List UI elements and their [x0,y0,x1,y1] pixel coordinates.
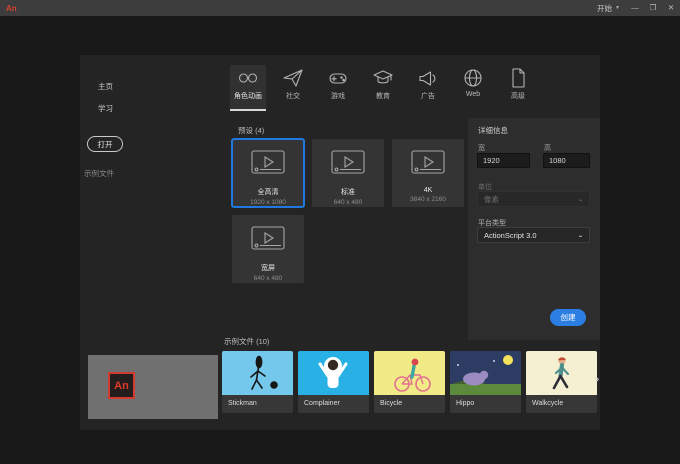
category-tab[interactable]: 社交 [275,65,311,109]
preset-name: 4K [423,187,433,194]
chevron-down-icon: ▼ [615,5,620,11]
animate-window: An 开始 ▼ — ❐ ✕ 主页 学习 打开 示例文件 角色动画 社交 游戏 教… [0,0,680,464]
titlebar: An 开始 ▼ — ❐ ✕ [0,0,680,16]
animate-app-icon: An [108,372,135,399]
next-samples-chevron[interactable]: › [595,372,599,385]
bicycle-art [374,351,445,395]
hippo-art [450,351,521,395]
category-label: 社交 [286,93,300,100]
category-label: 广告 [421,93,435,100]
chevron-down-icon: ⌄ [576,232,585,239]
preset-grid: 全高清 1920 x 1080 标准 640 x 480 4K 3840 x 2… [232,139,472,283]
open-button[interactable]: 打开 [87,136,123,152]
category-tab[interactable]: 角色动画 [230,65,266,111]
preset-card[interactable]: 全高清 1920 x 1080 [232,139,304,207]
width-label: 宽 [478,145,485,152]
megaphone-icon [417,67,439,89]
chevron-down-icon: ⌄ [576,196,585,203]
category-tab[interactable]: 教育 [365,65,401,109]
sidebar-item-home[interactable]: 主页 [88,79,206,95]
height-label: 高 [544,145,551,152]
preset-size: 640 x 480 [253,275,283,282]
document-icon [507,67,529,89]
video-preset-icon [329,149,367,184]
gamepad-icon [327,67,349,89]
sample-file-card[interactable]: Hippo [450,351,521,413]
units-select[interactable]: 像素 ⌄ [477,191,590,207]
video-preset-icon [249,149,287,184]
workspace-label: 开始 [597,3,613,13]
video-preset-icon [409,149,447,184]
platform-value: ActionScript 3.0 [484,230,537,240]
graduation-cap-icon [372,67,394,89]
sample-file-card[interactable]: Stickman [222,351,293,413]
units-value: 像素 [484,194,499,204]
presets-heading: 预设 (4) [238,126,265,135]
sample-name: Stickman [222,395,293,413]
minimize-button[interactable]: — [626,0,644,16]
globe-icon [462,67,484,89]
sample-file-card[interactable]: Walkcycle [526,351,597,413]
preset-card[interactable]: 4K 3840 x 2160 [392,139,464,207]
category-label: 角色动画 [234,93,262,100]
height-input[interactable] [543,153,590,168]
start-screen-panel: 主页 学习 打开 示例文件 角色动画 社交 游戏 教育 广告 Web 高级 预设… [80,55,600,430]
video-preset-icon [249,225,287,260]
category-tab[interactable]: 高级 [500,65,536,109]
details-heading: 详细信息 [478,126,508,135]
sample-name: Hippo [450,395,521,413]
sidebar-samples-link[interactable]: 示例文件 [84,168,114,179]
paper-plane-icon [282,67,304,89]
sample-file-card[interactable]: Bicycle [374,351,445,413]
samples-heading: 示例文件 (10) [224,337,270,346]
category-tab[interactable]: 游戏 [320,65,356,109]
category-label: 教育 [376,93,390,100]
category-tab[interactable]: 广告 [410,65,446,109]
sample-name: Walkcycle [526,395,597,413]
promo-banner[interactable]: An [88,355,218,419]
sample-file-card[interactable]: Complainer [298,351,369,413]
walkcycle-art [526,351,597,395]
preset-name: 宽屏 [261,265,275,272]
category-label: Web [465,91,481,98]
preset-size: 3840 x 2160 [410,196,446,203]
sample-name: Complainer [298,395,369,413]
preset-name: 全高清 [257,189,279,196]
platform-select[interactable]: ActionScript 3.0 ⌄ [477,227,590,243]
close-button[interactable]: ✕ [662,0,680,16]
width-input[interactable] [477,153,530,168]
character-glasses-icon [237,67,259,89]
preset-name: 标准 [341,189,355,196]
sidebar-item-learn[interactable]: 学习 [88,101,206,117]
sample-file-row: Stickman Complainer Bicycle Hippo Walkcy… [222,351,597,413]
preset-size: 1920 x 1080 [250,199,286,206]
create-button[interactable]: 创建 [550,309,586,326]
maximize-button[interactable]: ❐ [644,0,662,16]
sample-name: Bicycle [374,395,445,413]
details-panel: 详细信息 宽 高 单位 像素 ⌄ 平台类型 ActionScript 3.0 ⌄… [468,118,600,340]
animate-logo: An [6,3,17,13]
stickman-art [222,351,293,395]
workspace-switcher[interactable]: 开始 ▼ [591,3,626,14]
preset-card[interactable]: 标准 640 x 480 [312,139,384,207]
category-label: 游戏 [331,93,345,100]
category-tabs: 角色动画 社交 游戏 教育 广告 Web 高级 [230,65,536,111]
category-tab[interactable]: Web [455,65,491,109]
complainer-art [298,351,369,395]
preset-card[interactable]: 宽屏 640 x 480 [232,215,304,283]
category-label: 高级 [511,93,525,100]
preset-size: 640 x 480 [333,199,363,206]
